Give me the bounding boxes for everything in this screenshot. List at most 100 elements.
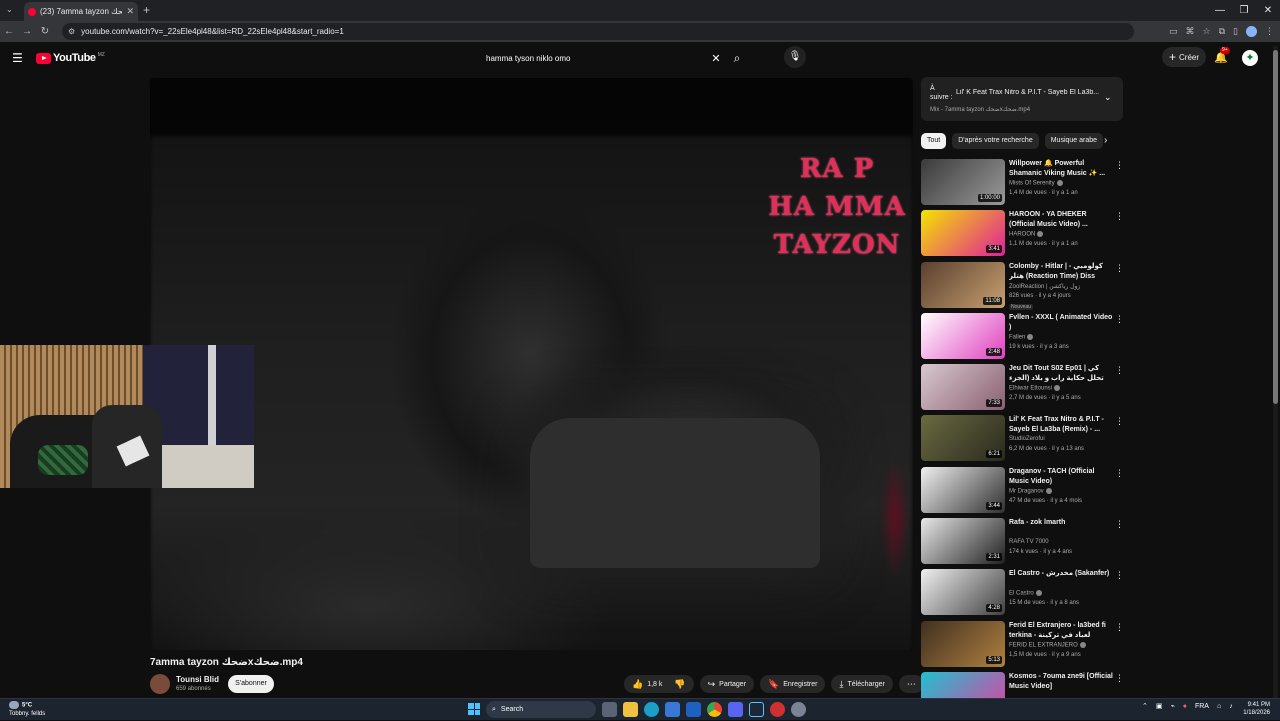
playlist-queue-panel[interactable]: À suivre : Lil' K Feat Trax Nitro & P.I.… [921,77,1123,121]
video-player[interactable]: RA P HA MMA TAYZON [150,78,913,650]
more-options-icon[interactable]: ⋮ [1115,314,1124,325]
task-view-icon[interactable] [602,702,617,717]
recommendation-title[interactable]: Kosmos - 7ouma zne9i [Official Music Vid… [1009,672,1113,692]
chevron-right-icon[interactable]: › [1104,135,1107,146]
more-options-icon[interactable]: ⋮ [1115,468,1124,479]
recommendation-thumbnail[interactable]: 2:48 [921,312,1005,359]
account-avatar[interactable]: ✦ [1242,50,1258,66]
search-input[interactable]: hamma tyson niklo omo [486,54,707,63]
weather-widget[interactable]: 5°C Tobbny. fellds [9,701,45,718]
recommendation-item[interactable]: 6:21 Lil' K Feat Trax Nitro & P.I.T - Say… [921,413,1126,464]
recommendation-item[interactable]: 3:41 HAROON - YA DHEKER (Official Music V… [921,208,1126,259]
chrome-icon[interactable] [707,702,722,717]
scrollbar-thumb[interactable] [1273,50,1278,404]
recommendation-thumbnail[interactable]: 2:31 [921,518,1005,565]
more-options-icon[interactable]: ⋮ [1115,211,1124,222]
recommendation-title[interactable]: Fvllen - XXXL ( Animated Video ) [1009,313,1113,333]
sidebar-icon[interactable]: ▯ [1233,26,1238,37]
edge-icon[interactable] [644,702,659,717]
recommendation-title[interactable]: Willpower 🔔 Powerful Shamanic Viking Mus… [1009,159,1113,179]
chip-arabic-music[interactable]: Musique arabe [1044,133,1104,149]
recommendation-item[interactable]: 3:44 Draganov - TACH (Official Music Vide… [921,465,1126,516]
youtube-logo[interactable]: YouTube MZ [36,52,105,64]
minimize-button[interactable]: — [1208,0,1232,21]
discord-icon[interactable] [728,702,743,717]
notifications-bell-icon[interactable]: 🔔 9+ [1214,47,1230,64]
menu-hamburger-icon[interactable]: ☰ [12,51,23,65]
recommendation-item[interactable]: 2:48 Fvllen - XXXL ( Animated Video ) Fall… [921,311,1126,362]
browser-menu-icon[interactable]: ⋮ [1265,26,1274,37]
recommendation-thumbnail[interactable]: 4:28 [921,569,1005,616]
app-red-icon[interactable] [770,702,785,717]
site-info-icon[interactable]: ⚙ [68,27,75,36]
more-options-icon[interactable]: ⋮ [1115,160,1124,171]
recommendation-item[interactable]: 7:33 Jeu Dit Tout S02 Ep01 | كي تحلل حكاي… [921,362,1126,413]
voice-search-mic-icon[interactable]: 🎙 [784,46,806,68]
recommendation-thumbnail[interactable]: 11:08 [921,261,1005,308]
search-icon[interactable]: ⌕ [725,51,749,66]
recommendation-title[interactable]: Draganov - TACH (Official Music Video) [1009,467,1113,487]
recommendation-thumbnail[interactable]: 7:33 [921,364,1005,411]
recommendation-title[interactable]: Rafa - zok lmarth [1009,518,1113,528]
tray-network-icon[interactable]: ⌁ [1171,702,1175,710]
tray-app-icon[interactable]: ▣ [1156,702,1163,710]
taskbar-search[interactable]: ⌕ Search [486,701,596,718]
share-button[interactable]: ↪ Partager [699,675,755,693]
more-options-icon[interactable]: ⋮ [1115,622,1124,633]
chip-all[interactable]: Tout [921,133,947,149]
maximize-button[interactable]: ❐ [1232,0,1256,21]
download-button[interactable]: ⤓ Télécharger [831,675,893,693]
thumbs-down-icon[interactable]: 👎 [674,679,685,690]
back-icon[interactable]: ← [0,26,18,37]
recommendation-thumbnail[interactable]: 5:13 [921,620,1005,667]
recommendation-title[interactable]: Colomby - Hitlar | كولومبي - هتلر (React… [1009,262,1113,282]
browser-tab[interactable]: (23) 7amma tayzon ضحكx... ✕ [24,2,138,21]
recommendation-thumbnail[interactable]: 3:44 [921,466,1005,513]
recommendation-title[interactable]: Ferid El Extranjero - la3bed fi terkina … [1009,621,1113,641]
recommendation-thumbnail[interactable]: 6:21 [921,415,1005,462]
app-blue-icon[interactable] [686,702,701,717]
more-options-icon[interactable]: ⋮ [1115,263,1124,274]
settings-gear-icon[interactable] [791,702,806,717]
close-window-button[interactable]: ✕ [1256,0,1280,21]
new-tab-button[interactable]: + [143,3,150,17]
cast-icon[interactable]: ▭ [1169,26,1178,37]
recommendation-title[interactable]: HAROON - YA DHEKER (Official Music Video… [1009,210,1113,230]
tray-chevron-up-icon[interactable]: ⌃ [1142,702,1148,710]
taskbar-clock[interactable]: 9:41 PM 1/18/2026 [1240,701,1270,717]
channel-avatar[interactable] [150,674,170,694]
create-button[interactable]: + Créer [1162,47,1206,67]
tray-mic-icon[interactable]: ● [1183,703,1187,710]
translate-icon[interactable]: ⌘ [1186,26,1195,37]
extensions-icon[interactable]: ⧉ [1219,26,1225,37]
tab-search-icon[interactable]: ⌄ [6,5,13,14]
recommendation-item[interactable]: 5:13 Ferid El Extranjero - la3bed fi terk… [921,619,1126,670]
close-tab-icon[interactable]: ✕ [126,6,134,17]
file-explorer-icon[interactable] [623,702,638,717]
address-bar[interactable]: ⚙ youtube.com/watch?v=_22sEle4pl48&list=… [62,23,1134,40]
profile-avatar-icon[interactable] [1246,26,1257,37]
recommendation-thumbnail[interactable]: 1:00:00 [921,159,1005,205]
more-options-icon[interactable]: ⋮ [1115,673,1124,684]
bookmark-star-icon[interactable]: ☆ [1203,26,1211,37]
windows-start-icon[interactable] [468,703,480,715]
wifi-icon[interactable]: ⌂ [1217,703,1221,710]
reload-icon[interactable]: ↻ [36,26,54,37]
page-scrollbar[interactable] [1273,46,1278,698]
forward-icon[interactable]: → [18,26,36,37]
steam-icon[interactable] [749,702,764,717]
save-button[interactable]: 🔖 Enregistrer [760,675,826,693]
subscribe-button[interactable]: S'abonner [228,675,274,693]
more-options-icon[interactable]: ⋮ [1115,570,1124,581]
store-icon[interactable] [665,702,680,717]
recommendation-title[interactable]: El Castro - مخدرش (Sakanfer) [1009,569,1113,579]
recommendation-item[interactable]: 11:08 Colomby - Hitlar | كولومبي - هتلر (… [921,260,1126,311]
recommendation-item[interactable]: 2:31 Rafa - zok lmarth RAFA TV 7000 174 k v… [921,516,1126,567]
chevron-down-icon[interactable]: ⌄ [1104,92,1112,103]
recommendation-item[interactable]: 4:28 El Castro - مخدرش (Sakanfer) El Castr… [921,567,1126,618]
chip-from-search[interactable]: D'après votre recherche [952,133,1039,149]
clear-search-icon[interactable]: ✕ [707,52,725,65]
volume-icon[interactable]: ♪ [1229,703,1233,710]
recommendation-item[interactable]: 1:00:00 Willpower 🔔 Powerful Shamanic Vik… [921,157,1126,208]
channel-name[interactable]: Tounsi Blid [176,675,219,684]
